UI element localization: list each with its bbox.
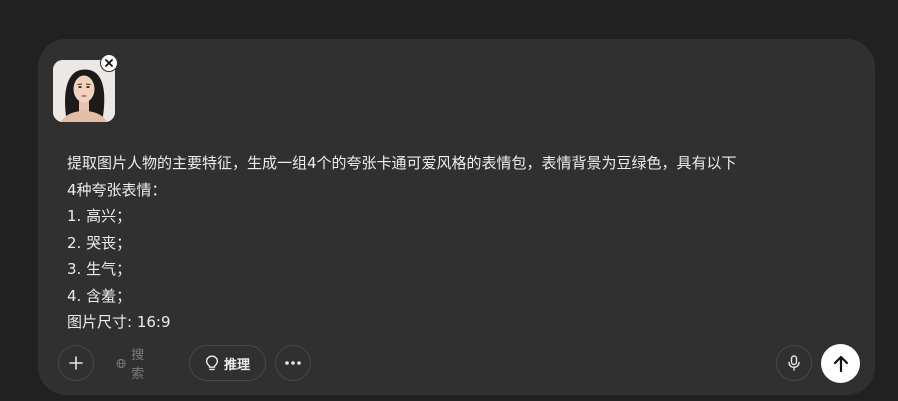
globe-icon [116,358,126,368]
remove-attachment-button[interactable] [100,54,118,72]
voice-input-button[interactable] [776,345,812,381]
plus-icon [69,356,83,370]
lightbulb-icon [205,355,219,371]
add-button[interactable] [58,345,94,381]
send-button[interactable] [821,344,860,383]
reason-label: 推理 [223,357,250,373]
search-label: 搜索 [131,348,145,382]
prompt-text[interactable]: 提取图片人物的主要特征，生成一组4个的夸张卡通可爱风格的表情包，表情背景为豆绿色… [67,150,857,336]
message-composer: 提取图片人物的主要特征，生成一组4个的夸张卡通可爱风格的表情包，表情背景为豆绿色… [38,39,875,395]
ellipsis-icon [285,361,301,365]
reason-button[interactable]: 推理 [189,345,266,381]
close-icon [105,59,113,67]
more-options-button[interactable] [275,345,311,381]
arrow-up-icon [833,355,848,372]
search-button[interactable]: 搜索 [108,345,157,382]
image-attachment[interactable] [53,54,118,122]
microphone-icon [788,355,800,371]
